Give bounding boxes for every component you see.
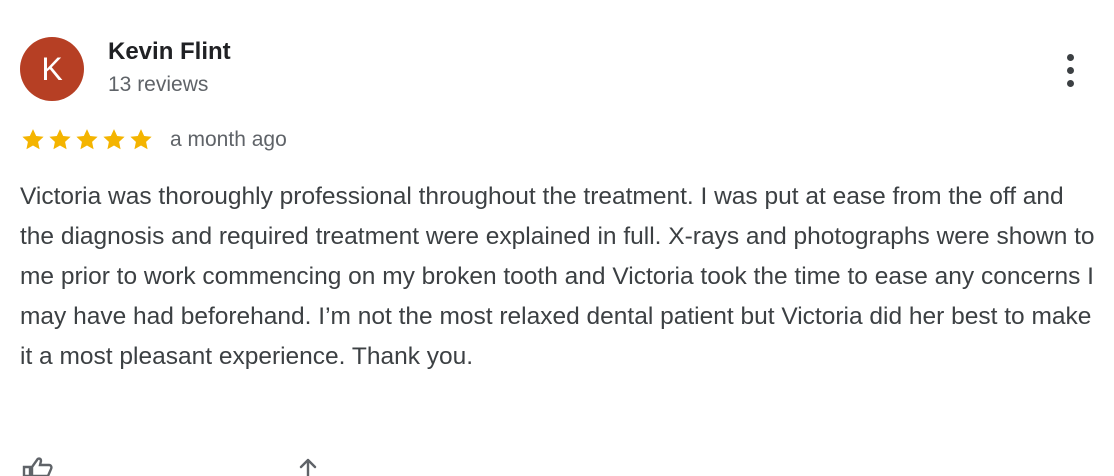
more-options-button[interactable]: [1052, 48, 1088, 92]
review-actions: [20, 456, 420, 476]
review-time: a month ago: [170, 128, 287, 151]
rating-row: a month ago: [20, 124, 287, 156]
share-icon[interactable]: [290, 456, 326, 476]
thumbs-up-icon[interactable]: [20, 456, 56, 476]
star-icon: [22, 129, 44, 150]
review-text: Victoria was thoroughly professional thr…: [20, 183, 1095, 370]
star-icon: [130, 129, 152, 150]
star-icon: [103, 129, 125, 150]
star-rating: [20, 127, 154, 153]
review-count[interactable]: 13 reviews: [108, 73, 208, 97]
more-vert-icon: [1066, 53, 1074, 61]
star-icon: [49, 129, 71, 150]
author-name[interactable]: Kevin Flint: [108, 38, 231, 66]
avatar-initial: K: [41, 51, 63, 87]
review-card: K Kevin Flint 13 reviews a month ago Vic…: [0, 0, 1114, 476]
star-icon: [76, 129, 98, 150]
avatar[interactable]: K: [20, 37, 84, 101]
